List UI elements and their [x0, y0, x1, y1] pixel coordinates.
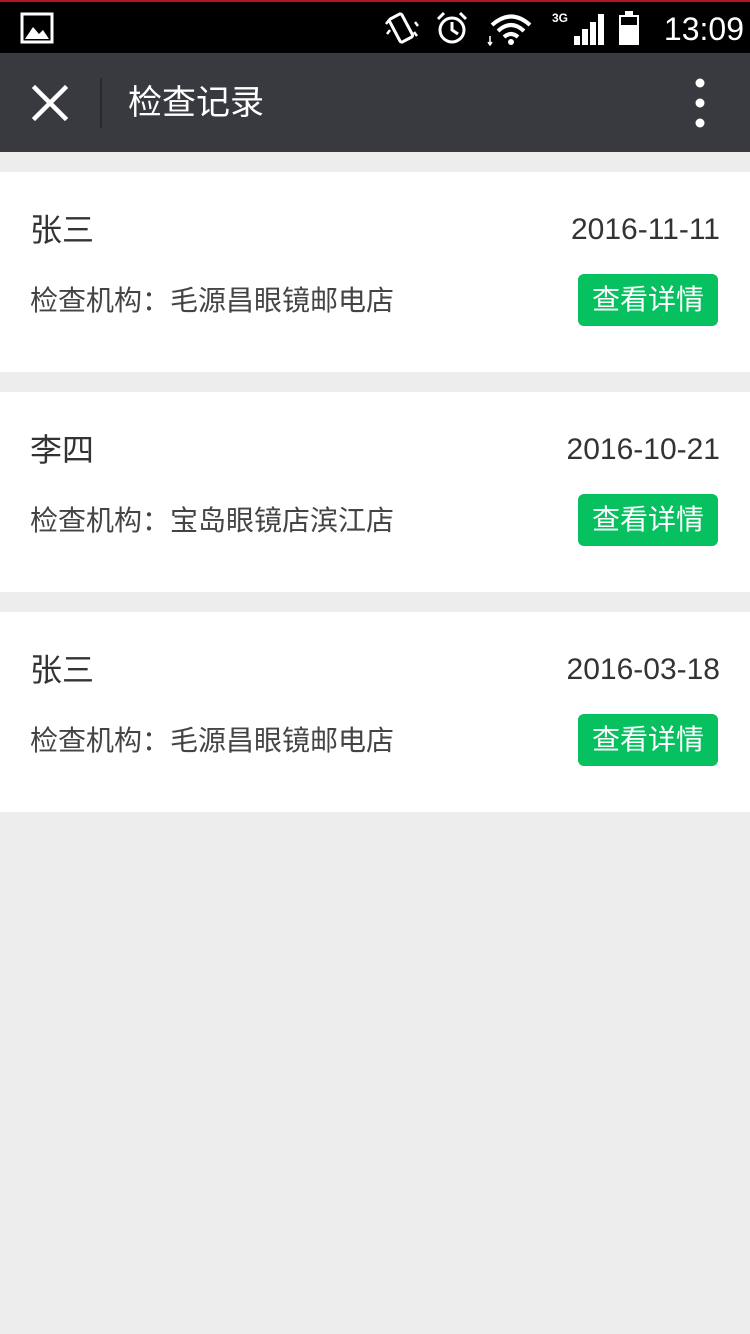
- organization-name: 毛源昌眼镜邮电店: [170, 724, 395, 757]
- organization-row: 检查机构：毛源昌眼镜邮电店: [30, 720, 394, 762]
- organization-row: 检查机构：毛源昌眼镜邮电店: [30, 280, 394, 322]
- record-card: 张三 2016-11-11 检查机构：毛源昌眼镜邮电店 查看详情: [0, 172, 750, 372]
- network-type-label: 3G: [552, 11, 568, 25]
- screen: 3G 13:09 检查记录 张三 2016-11-11 检查机构：毛源昌眼镜邮电…: [0, 0, 750, 1334]
- organization-label: 检查机构：: [30, 284, 171, 317]
- close-icon[interactable]: [14, 67, 86, 139]
- patient-name: 张三: [30, 211, 95, 249]
- signal-icon: 3G: [552, 11, 604, 45]
- patient-name: 张三: [30, 651, 95, 689]
- record-card: 李四 2016-10-21 检查机构：宝岛眼镜店滨江店 查看详情: [0, 392, 750, 592]
- record-card: 张三 2016-03-18 检查机构：毛源昌眼镜邮电店 查看详情: [0, 612, 750, 812]
- status-bar: 3G 13:09: [0, 0, 750, 53]
- patient-name: 李四: [30, 431, 95, 469]
- organization-name: 毛源昌眼镜邮电店: [170, 284, 395, 317]
- organization-name: 宝岛眼镜店滨江店: [170, 504, 395, 537]
- view-details-button[interactable]: 查看详情: [578, 494, 718, 546]
- battery-icon: [619, 11, 639, 45]
- organization-row: 检查机构：宝岛眼镜店滨江店: [30, 500, 394, 542]
- vibrate-icon: [385, 12, 419, 44]
- alarm-icon: [436, 11, 468, 44]
- more-vertical-icon[interactable]: [678, 73, 722, 133]
- view-details-button[interactable]: 查看详情: [578, 274, 718, 326]
- status-time: 13:09: [663, 11, 744, 47]
- organization-label: 检查机构：: [30, 504, 171, 537]
- header-divider: [100, 78, 102, 128]
- page-title: 检查记录: [128, 83, 264, 123]
- organization-label: 检查机构：: [30, 724, 171, 757]
- record-date: 2016-11-11: [570, 213, 720, 246]
- gallery-icon: [20, 12, 54, 44]
- record-date: 2016-10-21: [566, 433, 720, 466]
- wifi-icon: [487, 14, 532, 46]
- record-date: 2016-03-18: [566, 653, 720, 686]
- view-details-button[interactable]: 查看详情: [578, 714, 718, 766]
- nav-header: 检查记录: [0, 53, 750, 152]
- record-list: 张三 2016-11-11 检查机构：毛源昌眼镜邮电店 查看详情 李四 2016…: [0, 172, 750, 832]
